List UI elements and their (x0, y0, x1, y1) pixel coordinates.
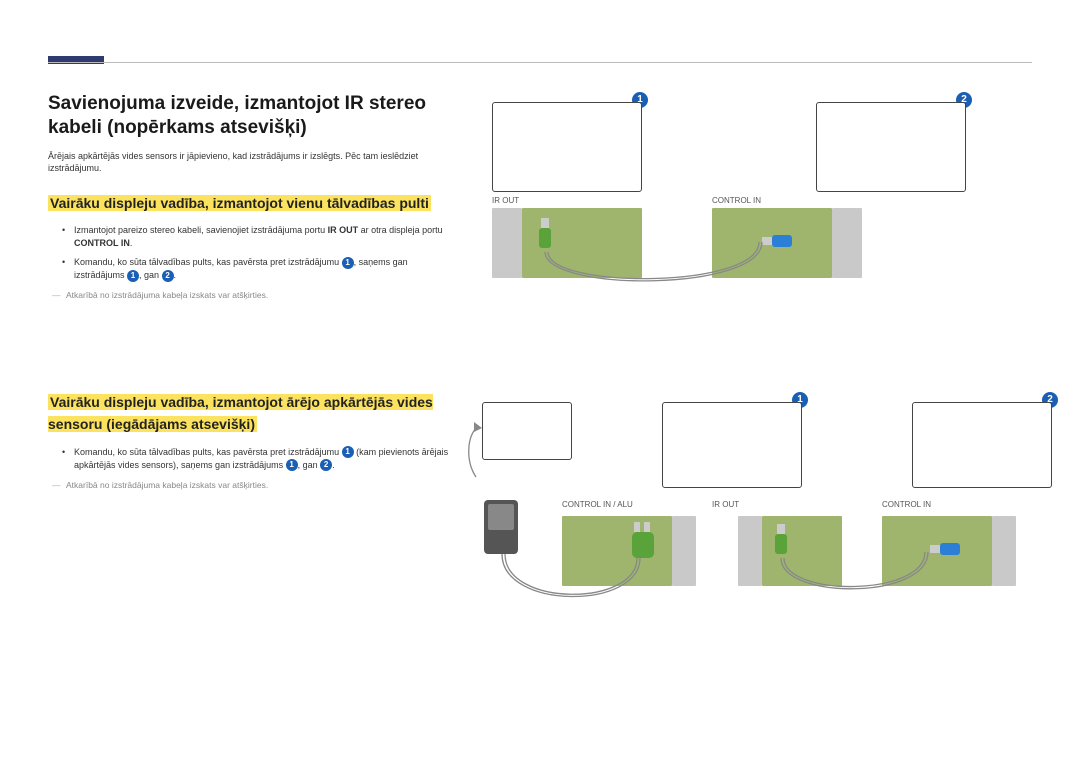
text: ar otra displeja portu (358, 225, 443, 235)
section2-note: Atkarībā no izstrādājuma kabeļa izskats … (56, 480, 458, 490)
text-column: Savienojuma izveide, izmantojot IR stere… (48, 92, 458, 692)
diagram-column: 1 2 IR OUT CONTROL IN 1 2 (482, 92, 1032, 692)
badge-1-icon: 1 (342, 257, 354, 269)
text: . (130, 238, 133, 248)
text: , gan (298, 460, 321, 470)
cable-remote (500, 550, 650, 620)
text: Komandu, ko sūta tālvadības pults, kas p… (74, 447, 342, 457)
section1-bullets: Izmantojot pareizo stereo kabeli, savien… (62, 224, 458, 282)
label-ir-out: IR OUT (492, 196, 519, 205)
monitor-1 (492, 102, 642, 192)
text: Komandu, ko sūta tālvadības pults, kas p… (74, 257, 342, 267)
section2-heading-wrap: Vairāku displeju vadība, izmantojot ārēj… (48, 392, 458, 435)
badge-2-icon: 2 (320, 459, 332, 471)
badge-2-icon: 2 (162, 270, 174, 282)
port-grey-3 (992, 516, 1016, 586)
text: Izmantojot pareizo stereo kabeli, savien… (74, 225, 328, 235)
section2-bullets: Komandu, ko sūta tālvadības pults, kas p… (62, 446, 458, 472)
monitor-1 (662, 402, 802, 488)
label-ir-out: IR OUT (712, 500, 739, 509)
text: . (332, 460, 335, 470)
cable-1 (542, 242, 772, 302)
port-grey-2 (738, 516, 762, 586)
diagram-1: 1 2 IR OUT CONTROL IN (482, 92, 1032, 312)
header-rule (48, 62, 1032, 63)
page-title: Savienojuma izveide, izmantojot IR stere… (48, 92, 458, 140)
port-grey-1 (672, 516, 696, 586)
cable-2 (778, 552, 938, 607)
page-content: Savienojuma izveide, izmantojot IR stere… (48, 92, 1032, 692)
monitor-2 (816, 102, 966, 192)
diagram-2: 1 2 CONTROL IN / ALU IR OUT CONTROL IN (482, 392, 1032, 692)
badge-1-icon: 1 (342, 446, 354, 458)
arrow-icon (464, 422, 488, 482)
port-grey-2 (832, 208, 862, 278)
section1-note: Atkarībā no izstrādājuma kabeļa izskats … (56, 290, 458, 300)
intro-paragraph: Ārējais apkārtējās vides sensors ir jāpi… (48, 150, 458, 175)
label-control-in-alu: CONTROL IN / ALU (562, 500, 633, 509)
section2-bullet-1: Komandu, ko sūta tālvadības pults, kas p… (62, 446, 458, 472)
remote-icon (484, 500, 518, 554)
monitor-2 (912, 402, 1052, 488)
port-grey-1 (492, 208, 522, 278)
section1-bullet-1: Izmantojot pareizo stereo kabeli, savien… (62, 224, 458, 250)
section1-heading: Vairāku displeju vadība, izmantojot vien… (48, 195, 431, 211)
badge-1-icon: 1 (127, 270, 139, 282)
badge-1-icon: 1 (286, 459, 298, 471)
text-bold: IR OUT (328, 225, 359, 235)
text-bold: CONTROL IN (74, 238, 130, 248)
text: , gan (139, 270, 162, 280)
label-control-in: CONTROL IN (712, 196, 761, 205)
text: . (174, 270, 177, 280)
section1-heading-wrap: Vairāku displeju vadība, izmantojot vien… (48, 193, 458, 215)
section1-bullet-2: Komandu, ko sūta tālvadības pults, kas p… (62, 256, 458, 282)
label-control-in: CONTROL IN (882, 500, 931, 509)
sensor-display (482, 402, 572, 460)
section2-heading: Vairāku displeju vadība, izmantojot ārēj… (48, 394, 433, 432)
